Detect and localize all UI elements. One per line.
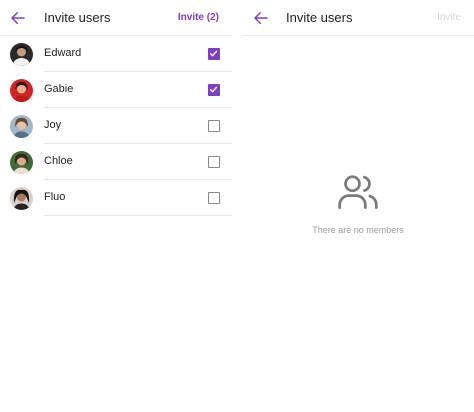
avatar	[10, 187, 33, 210]
user-checkbox[interactable]	[208, 84, 220, 96]
users-icon	[338, 175, 378, 209]
user-list: Edward Gabie Joy Chloe Fluo	[0, 36, 232, 216]
invite-users-panel-selected: Invite users Invite (2) Edward Gabie Joy…	[0, 0, 232, 412]
app-bar: Invite users Invite (2)	[0, 0, 232, 36]
user-checkbox[interactable]	[208, 120, 220, 132]
empty-message: There are no members	[312, 225, 404, 235]
avatar	[10, 151, 33, 174]
user-name: Chloe	[44, 155, 73, 167]
user-checkbox[interactable]	[208, 192, 220, 204]
list-item-gabie[interactable]: Gabie	[0, 72, 232, 108]
arrow-left-icon[interactable]	[9, 9, 27, 27]
user-checkbox[interactable]	[208, 48, 220, 60]
app-bar: Invite users Invite	[242, 0, 474, 36]
list-item-edward[interactable]: Edward	[0, 36, 232, 72]
list-item-fluo[interactable]: Fluo	[0, 180, 232, 216]
user-name: Edward	[44, 47, 82, 59]
user-checkbox[interactable]	[208, 156, 220, 168]
invite-users-panel-empty: Invite users Invite There are no members	[242, 0, 474, 412]
empty-state: There are no members	[242, 170, 474, 235]
avatar	[10, 43, 33, 66]
checkmark-icon	[209, 86, 218, 93]
user-name: Gabie	[44, 83, 74, 95]
arrow-left-icon[interactable]	[252, 9, 270, 27]
invite-button[interactable]: Invite (2)	[178, 12, 219, 23]
avatar	[10, 79, 33, 102]
user-name: Joy	[44, 119, 62, 131]
list-item-joy[interactable]: Joy	[0, 108, 232, 144]
user-name: Fluo	[44, 191, 66, 203]
checkmark-icon	[209, 50, 218, 57]
page-title: Invite users	[44, 10, 111, 25]
avatar	[10, 115, 33, 138]
invite-button[interactable]: Invite	[437, 12, 461, 23]
page-title: Invite users	[286, 10, 353, 25]
list-item-chloe[interactable]: Chloe	[0, 144, 232, 180]
